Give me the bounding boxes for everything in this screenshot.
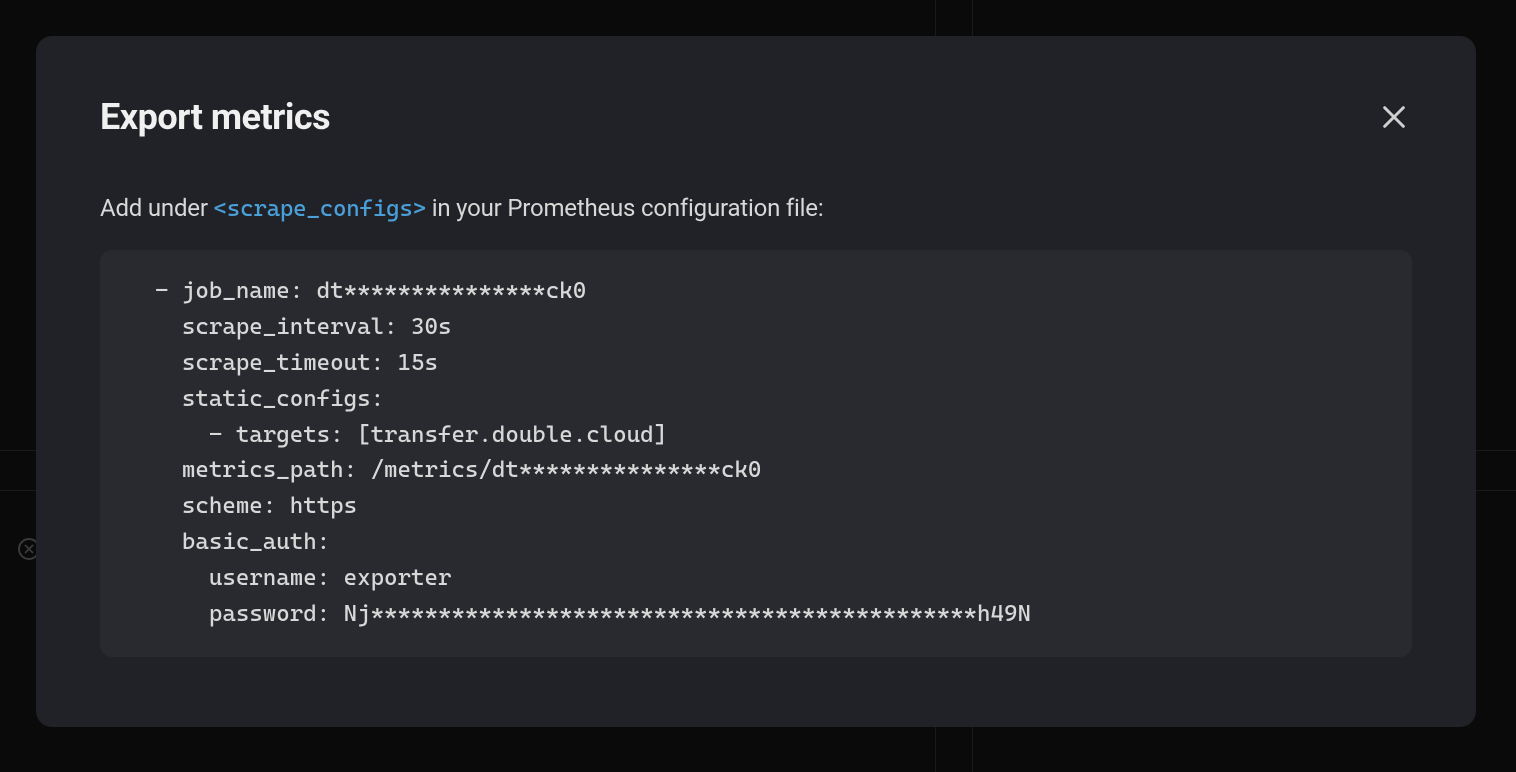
code-block[interactable]: - job_name: dt***************ck0 scrape_…	[100, 250, 1412, 657]
instruction-prefix: Add under	[100, 194, 214, 222]
close-button[interactable]	[1376, 99, 1412, 135]
instruction-suffix: in your Prometheus configuration file:	[426, 194, 824, 222]
export-metrics-modal: Export metrics Add under <scrape_configs…	[36, 36, 1476, 727]
modal-header: Export metrics	[100, 96, 1412, 138]
instruction-text: Add under <scrape_configs> in your Prome…	[100, 194, 1412, 222]
scrape-configs-link[interactable]: <scrape_configs>	[214, 196, 426, 222]
modal-title: Export metrics	[100, 96, 330, 138]
close-icon	[1380, 103, 1408, 131]
